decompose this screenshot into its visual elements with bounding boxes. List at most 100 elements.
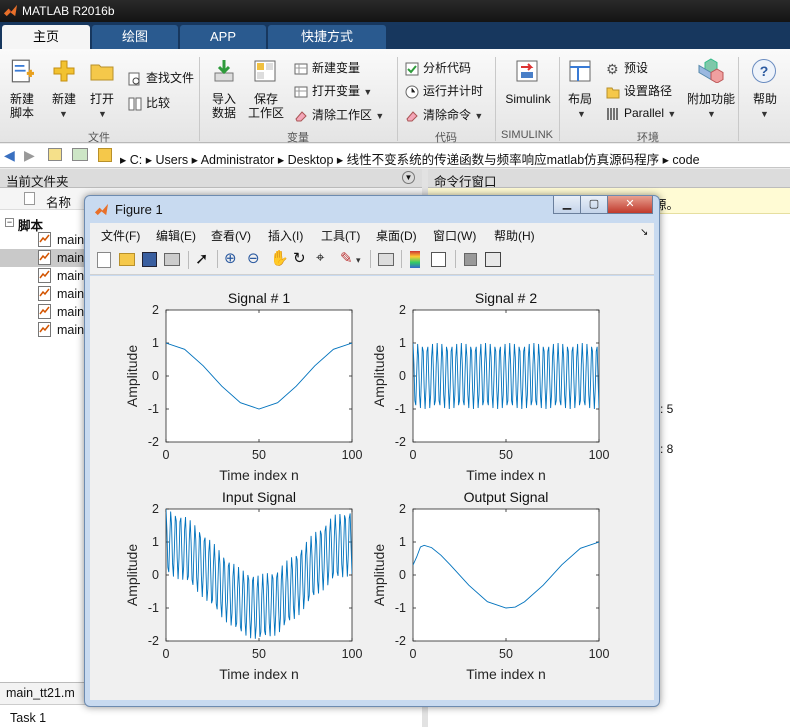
new-script-button[interactable] (10, 59, 34, 86)
open-variable-dropdown-icon[interactable]: ▼ (363, 87, 372, 97)
analyze-code-button[interactable]: 分析代码 (405, 59, 471, 76)
list-item[interactable]: main (57, 251, 84, 269)
subplot-1[interactable]: 0 50 100 -2 -1 0 1 2 Signal # 1 Time index n Ampli… (124, 290, 362, 483)
print-icon[interactable] (164, 253, 180, 266)
help-icon[interactable]: ? (752, 59, 776, 83)
close-button[interactable]: ✕ (607, 196, 653, 214)
colorbar-icon[interactable] (410, 251, 420, 268)
open-dropdown-icon[interactable]: ▼ (98, 109, 107, 119)
new-dropdown-icon[interactable]: ▼ (59, 109, 68, 119)
breadcrumb[interactable]: ▸ C: ▸ Users ▸ Administrator ▸ Desktop ▸… (120, 149, 700, 168)
menu-desktop[interactable]: 桌面(D) (376, 227, 417, 244)
y-axis-label: Amplitude (371, 544, 387, 606)
legend-icon[interactable] (431, 252, 446, 267)
brush-dropdown-icon[interactable]: ▾ (356, 255, 361, 266)
link-plot-icon[interactable] (378, 253, 394, 266)
clear-workspace-dropdown-icon[interactable]: ▼ (375, 111, 384, 121)
tab-shortcuts[interactable]: 快捷方式 (268, 25, 386, 49)
menu-help[interactable]: 帮助(H) (494, 227, 535, 244)
toolbar-separator (188, 251, 189, 269)
section-code: 代码 (435, 132, 457, 144)
data-cursor-icon[interactable]: ⌖ (316, 249, 324, 266)
save-icon[interactable] (142, 252, 157, 267)
menu-insert[interactable]: 插入(I) (268, 227, 303, 244)
breadcrumb-item[interactable]: Users (155, 153, 188, 167)
set-path-button[interactable]: 设置路径 (606, 82, 672, 99)
menu-window[interactable]: 窗口(W) (433, 227, 476, 244)
browse-folder-icon[interactable] (72, 148, 88, 161)
preferences-button[interactable]: ⚙ 预设 (606, 59, 648, 76)
tab-plots[interactable]: 绘图 (92, 25, 178, 49)
clear-workspace-button[interactable]: 清除工作区 ▼ (294, 106, 384, 123)
list-item[interactable]: main (57, 269, 84, 287)
pointer-icon[interactable]: ➚ (195, 249, 208, 269)
new-figure-icon[interactable] (97, 252, 111, 268)
breadcrumb-item[interactable]: 线性不变系统的传递函数与频率响应matlab仿真源码程序 (347, 153, 660, 167)
compare-button[interactable]: 比较 (128, 94, 170, 111)
layout-dropdown-icon[interactable]: ▼ (577, 109, 586, 119)
breadcrumb-item[interactable]: C: (130, 153, 143, 167)
subplots[interactable]: 0 50 100-2-1012Signal # 1Time index nAmpli… (90, 276, 654, 700)
parallel-button[interactable]: Parallel ▼ (606, 106, 676, 121)
new-button[interactable] (52, 59, 76, 86)
run-and-time-button[interactable]: 运行并计时 (405, 82, 483, 99)
maximize-button[interactable]: ▢ (580, 196, 608, 214)
y-tick-label: -1 (395, 402, 406, 416)
collapse-icon[interactable]: − (5, 218, 14, 227)
tab-home[interactable]: 主页 (2, 25, 90, 49)
menu-overflow-icon[interactable]: ↘ (640, 227, 648, 238)
subplot-4[interactable]: 0 50 100 -2 -1 0 1 2 Output Signal Time index n Am… (371, 489, 609, 682)
save-workspace-button[interactable] (253, 59, 277, 86)
figure-canvas[interactable]: 0 50 100 -2 -1 0 1 2 Signal # 1 Time index n Ampli… (90, 276, 654, 700)
subplot-3[interactable]: 0 50 100 -2 -1 0 1 2 Input Signal Time index n Amp… (124, 489, 362, 682)
selected-file-label[interactable]: main_tt21.m (6, 686, 75, 700)
breadcrumb-item[interactable]: Desktop (288, 153, 334, 167)
zoom-in-icon[interactable]: ⊕ (224, 249, 237, 267)
list-item[interactable]: main (57, 323, 84, 341)
menu-view[interactable]: 查看(V) (211, 227, 251, 244)
simulink-button[interactable] (515, 59, 539, 86)
pan-icon[interactable]: ✋ (270, 249, 289, 267)
up-folder-icon[interactable] (48, 148, 62, 161)
find-files-label: 查找文件 (146, 71, 195, 85)
open-variable-button[interactable]: 打开变量 ▼ (294, 82, 372, 99)
list-item[interactable]: main (57, 233, 84, 251)
zoom-out-icon[interactable]: ⊖ (247, 249, 260, 267)
menu-edit[interactable]: 编辑(E) (156, 227, 196, 244)
open-file-icon[interactable] (119, 253, 135, 266)
name-column-header[interactable]: 名称 (46, 192, 71, 211)
forward-arrow-icon[interactable]: ▶ (24, 147, 35, 164)
help-dropdown-icon[interactable]: ▼ (760, 109, 769, 119)
addons-button[interactable] (698, 57, 724, 86)
hide-plot-tools-icon[interactable] (464, 253, 477, 266)
panel-menu-icon[interactable]: ▼ (402, 171, 415, 184)
rotate-icon[interactable]: ↻ (293, 249, 306, 267)
open-button[interactable] (90, 61, 114, 84)
tab-apps[interactable]: APP (180, 25, 266, 49)
parallel-dropdown-icon[interactable]: ▼ (667, 109, 676, 119)
figure-window[interactable]: Figure 1 ▁ ▢ ✕ 文件(F) 编辑(E) 查看(V) 插入(I) 工… (84, 195, 660, 707)
layout-button[interactable] (568, 59, 592, 86)
show-plot-tools-icon[interactable] (485, 252, 501, 267)
back-arrow-icon[interactable]: ◀ (4, 147, 15, 164)
find-files-button[interactable]: 查找文件 (128, 69, 194, 86)
subplot-2[interactable]: 0 50 100 -2 -1 0 1 2 Signal # 2 Time index n Ampli… (371, 290, 609, 483)
breadcrumb-item[interactable]: Administrator (201, 153, 275, 167)
brush-icon[interactable]: ✎ (340, 249, 353, 267)
list-item[interactable]: main (57, 287, 84, 305)
m-file-icon (38, 322, 51, 337)
new-variable-button[interactable]: 新建变量 (294, 59, 360, 76)
y-tick-label: 1 (399, 535, 406, 549)
y-tick-label: -2 (395, 435, 406, 449)
figure-toolbar: ➚ ⊕ ⊖ ✋ ↻ ⌖ ✎ ▾ (90, 245, 654, 275)
menu-tools[interactable]: 工具(T) (321, 227, 360, 244)
breadcrumb-sep: ▸ (336, 153, 347, 167)
menu-file[interactable]: 文件(F) (101, 227, 140, 244)
import-data-button[interactable] (212, 59, 236, 86)
minimize-button[interactable]: ▁ (553, 196, 581, 214)
addons-dropdown-icon[interactable]: ▼ (707, 109, 716, 119)
clear-commands-button[interactable]: 清除命令 ▼ (405, 106, 483, 123)
clear-commands-dropdown-icon[interactable]: ▼ (474, 111, 483, 121)
list-item[interactable]: main (57, 305, 84, 323)
breadcrumb-item[interactable]: code (672, 153, 699, 167)
